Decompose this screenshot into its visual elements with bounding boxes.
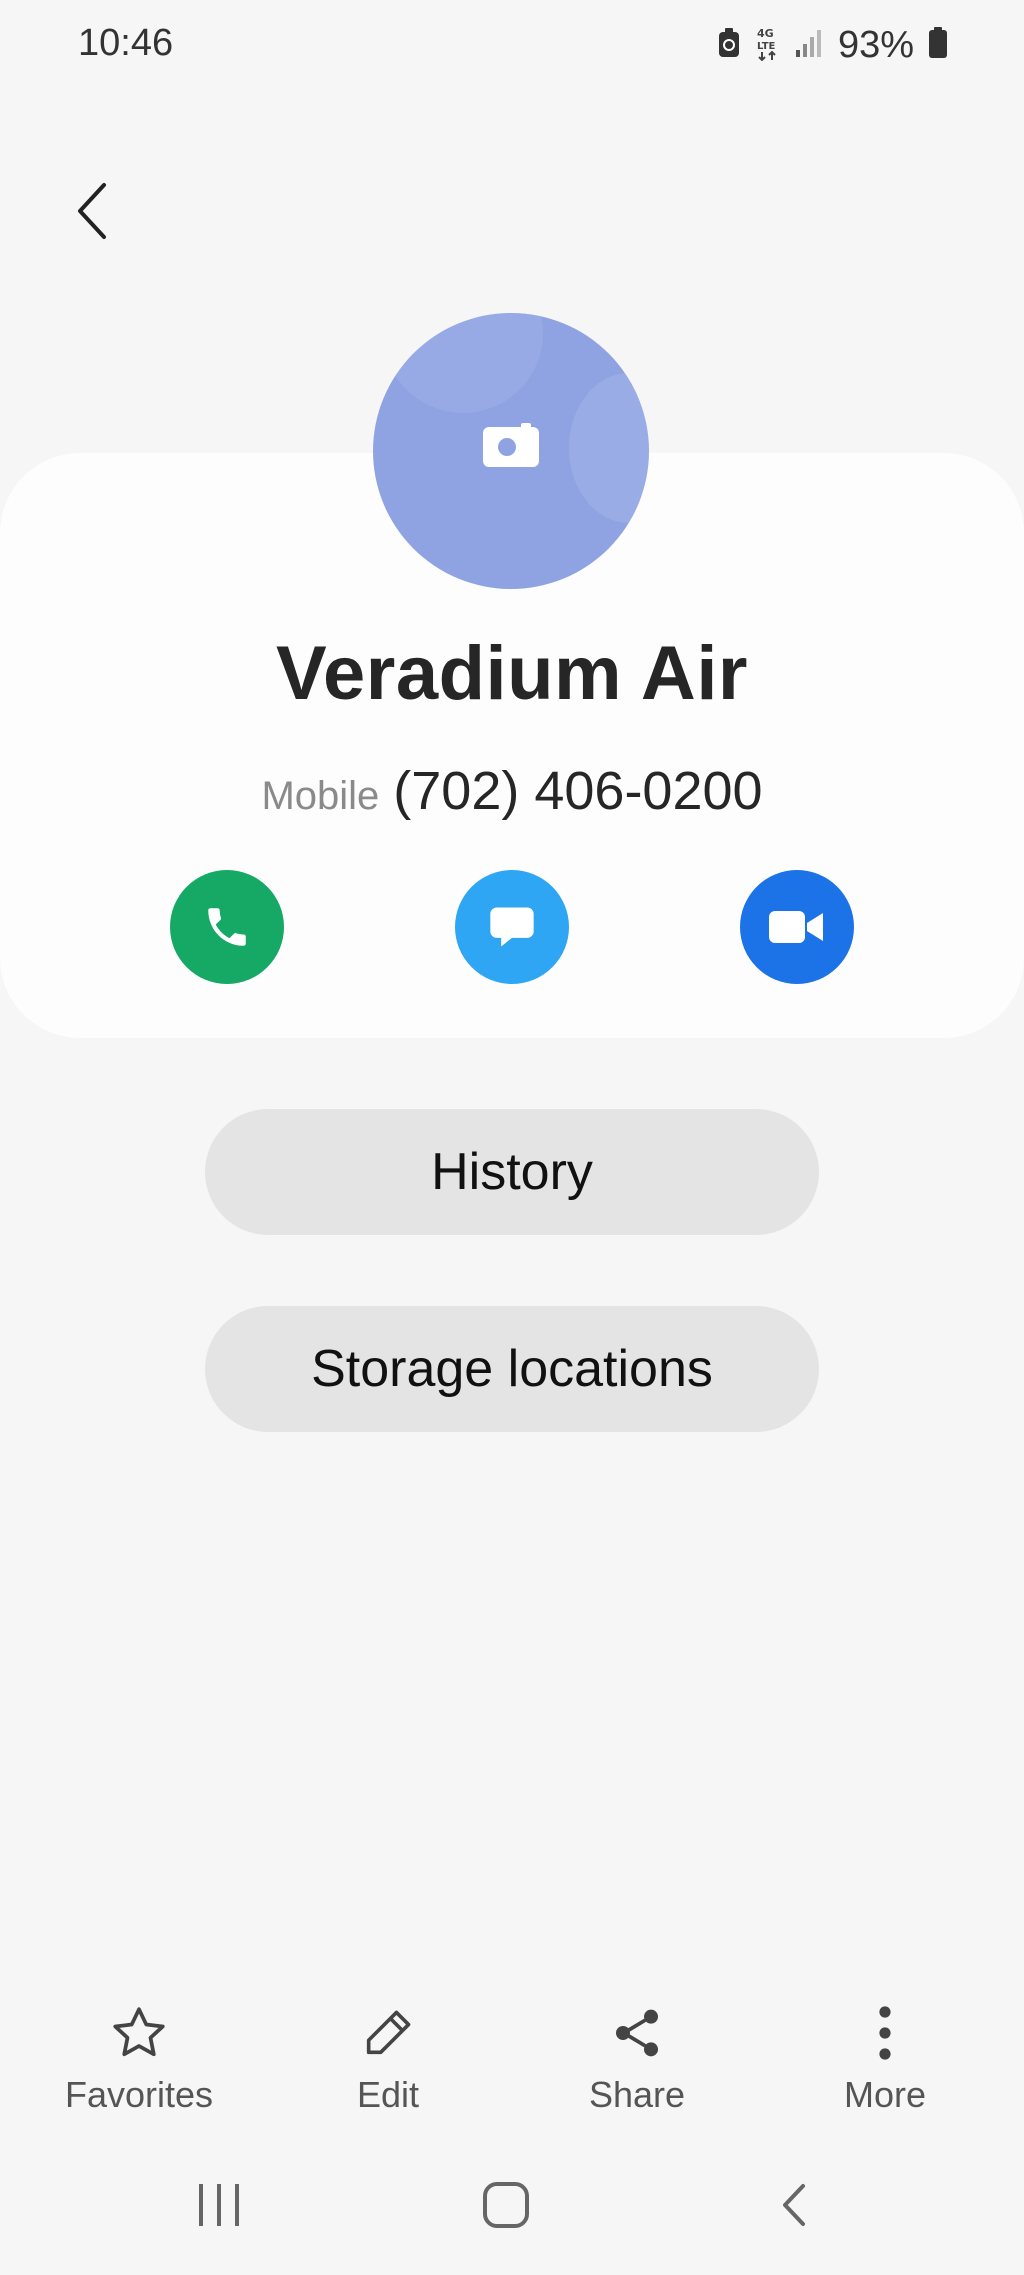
share-button[interactable]: Share	[537, 2000, 737, 2116]
status-icons: 4G LTE 93%	[718, 20, 948, 70]
nav-home-button[interactable]	[446, 2170, 566, 2240]
svg-text:4G: 4G	[757, 27, 774, 40]
battery-icon	[928, 26, 948, 64]
chat-bubble-icon	[490, 907, 534, 947]
4g-lte-icon: 4G LTE	[754, 25, 780, 66]
share-icon	[616, 2009, 658, 2057]
phone-label: Mobile	[261, 774, 380, 818]
signal-icon	[794, 28, 824, 63]
phone-row: Mobile (702) 406-0200	[0, 760, 1024, 822]
pencil-icon	[366, 2010, 411, 2055]
edit-button[interactable]: Edit	[288, 2000, 488, 2116]
message-button[interactable]	[455, 870, 569, 984]
battery-saver-icon	[718, 27, 740, 63]
contact-avatar[interactable]	[373, 313, 649, 589]
favorites-label: Favorites	[64, 2074, 214, 2115]
share-label: Share	[588, 2074, 686, 2115]
video-camera-icon	[769, 911, 823, 943]
back-button[interactable]	[62, 176, 122, 246]
edit-label: Edit	[356, 2074, 420, 2115]
status-time: 10:46	[78, 22, 174, 64]
back-arrow-icon	[783, 2184, 805, 2226]
history-button[interactable]: History	[205, 1109, 819, 1235]
call-button[interactable]	[170, 870, 284, 984]
nav-back-button[interactable]	[734, 2170, 854, 2240]
chevron-left-icon	[78, 183, 106, 239]
status-bar: 10:46 4G LTE 93%	[0, 0, 1024, 90]
home-icon	[483, 2182, 529, 2228]
phone-icon	[208, 908, 246, 946]
battery-percentage: 93%	[837, 23, 914, 66]
camera-icon	[483, 423, 539, 467]
video-call-button[interactable]	[740, 870, 854, 984]
contact-name: Veradium Air	[275, 631, 749, 716]
more-options-button[interactable]: More	[785, 2000, 985, 2116]
storage-locations-button[interactable]: Storage locations	[205, 1306, 819, 1432]
favorites-button[interactable]: Favorites	[39, 2000, 239, 2116]
recent-apps-icon	[199, 2184, 239, 2226]
svg-text:LTE: LTE	[757, 41, 776, 52]
phone-number[interactable]: (702) 406-0200	[393, 760, 762, 822]
star-icon	[113, 2007, 165, 2057]
more-vertical-icon	[879, 2006, 891, 2060]
nav-recent-apps-button[interactable]	[160, 2170, 280, 2240]
more-label: More	[843, 2074, 927, 2115]
